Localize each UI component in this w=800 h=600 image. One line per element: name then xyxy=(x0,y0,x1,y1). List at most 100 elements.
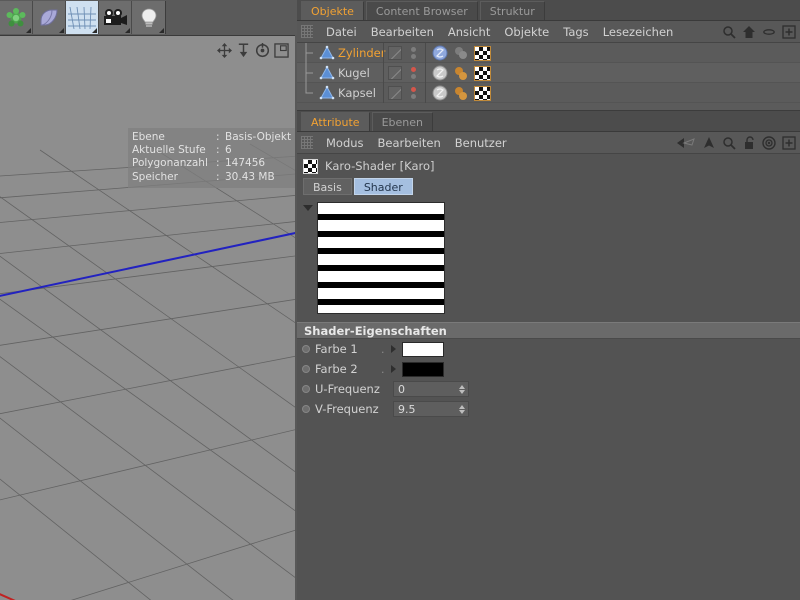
panel-grip-icon[interactable] xyxy=(301,136,313,149)
up-arrow-icon[interactable] xyxy=(702,136,716,150)
maximize-icon[interactable] xyxy=(274,43,289,58)
scale-icon[interactable] xyxy=(236,43,251,58)
no-edit-icon[interactable] xyxy=(388,86,402,100)
search-icon[interactable] xyxy=(722,25,736,39)
editor-visibility-dot[interactable] xyxy=(411,87,416,92)
animation-dot-icon[interactable] xyxy=(302,405,310,413)
subtab-shader[interactable]: Shader xyxy=(353,178,413,195)
menu-objekte[interactable]: Objekte xyxy=(497,21,556,43)
material-tag-icon[interactable] xyxy=(432,45,448,61)
checker-shader-tag-icon[interactable] xyxy=(474,65,491,81)
menu-tags[interactable]: Tags xyxy=(556,21,595,43)
menu-benutzer[interactable]: Benutzer xyxy=(448,132,514,154)
menu-lesezeichen[interactable]: Lesezeichen xyxy=(596,21,681,43)
table-row[interactable]: Kapsel xyxy=(297,82,800,103)
back-arrow-icon[interactable] xyxy=(676,136,696,150)
visibility-dots[interactable] xyxy=(408,47,419,59)
tab-attribute[interactable]: Attribute xyxy=(301,112,370,131)
property-label: U-Frequenz xyxy=(315,382,380,396)
animation-dot-icon[interactable] xyxy=(302,345,310,353)
tool-corner-marker xyxy=(159,28,164,33)
home-icon[interactable] xyxy=(742,25,756,39)
light-icon xyxy=(141,8,156,27)
attribute-manager-tabbar: Attribute Ebenen xyxy=(297,111,800,132)
subtab-basis[interactable]: Basis xyxy=(303,178,352,195)
camera-icon-button[interactable] xyxy=(99,1,132,34)
menu-modus[interactable]: Modus xyxy=(319,132,371,154)
nurbs-icon-button[interactable] xyxy=(33,1,66,34)
table-row[interactable]: Zylinder xyxy=(297,42,800,63)
light-icon-button[interactable] xyxy=(132,1,165,34)
editor-visibility-dot[interactable] xyxy=(411,47,416,52)
tab-ebenen[interactable]: Ebenen xyxy=(371,112,433,131)
menu-bearbeiten[interactable]: Bearbeiten xyxy=(364,21,441,43)
tree-line-icon xyxy=(305,42,313,63)
add-icon[interactable] xyxy=(782,25,796,39)
tree-branch xyxy=(297,62,319,83)
add-icon[interactable] xyxy=(782,136,796,150)
animation-dot-icon[interactable] xyxy=(302,365,310,373)
nurbs-icon xyxy=(40,9,58,25)
render-visibility-dot[interactable] xyxy=(411,54,416,59)
deformer-icon xyxy=(68,6,96,29)
object-tags xyxy=(425,43,491,63)
secondary-tag-icon[interactable] xyxy=(453,85,469,101)
checker-shader-tag-icon[interactable] xyxy=(474,85,491,101)
editor-visibility-dot[interactable] xyxy=(411,67,416,72)
panel-grip-icon[interactable] xyxy=(301,25,313,38)
tool-corner-marker xyxy=(92,28,97,33)
tab-content-browser[interactable]: Content Browser xyxy=(365,1,478,20)
color-swatch-farbe1[interactable] xyxy=(402,341,444,357)
render-visibility-dot[interactable] xyxy=(411,74,416,79)
tool-corner-marker xyxy=(59,28,64,33)
menu-bearbeiten[interactable]: Bearbeiten xyxy=(371,132,448,154)
object-name-zylinder[interactable]: Zylinder xyxy=(338,46,385,60)
material-tag-icon[interactable] xyxy=(432,65,448,81)
color-swatch-farbe2[interactable] xyxy=(402,361,444,377)
object-name-kugel[interactable]: Kugel xyxy=(338,66,370,80)
primitives-icon-button[interactable] xyxy=(0,1,33,34)
menu-datei[interactable]: Datei xyxy=(319,21,364,43)
property-label: Farbe 2 xyxy=(315,362,358,376)
tab-struktur[interactable]: Struktur xyxy=(479,1,545,20)
visibility-dots[interactable] xyxy=(408,67,419,79)
checker-shader-tag-icon[interactable] xyxy=(474,45,491,61)
left-pane: Ebene : Basis-Objekt Aktuelle Stufe : 6 … xyxy=(0,0,297,600)
stepper-icon[interactable] xyxy=(459,404,465,414)
object-type-icon xyxy=(319,65,335,79)
3d-viewport[interactable]: Ebene : Basis-Objekt Aktuelle Stufe : 6 … xyxy=(0,35,295,600)
render-visibility-dot[interactable] xyxy=(411,94,416,99)
v-frequenz-input[interactable]: 9.5 xyxy=(393,401,469,417)
secondary-tag-icon[interactable] xyxy=(453,45,469,61)
search-icon[interactable] xyxy=(722,136,736,150)
material-tag-icon[interactable] xyxy=(432,85,448,101)
chevron-down-icon[interactable] xyxy=(303,205,313,211)
rotate-icon[interactable] xyxy=(255,43,270,58)
stepper-icon[interactable] xyxy=(459,384,465,394)
chevron-right-icon[interactable] xyxy=(391,345,396,353)
visibility-dots[interactable] xyxy=(408,87,419,99)
info-key: Ebene xyxy=(132,131,165,143)
object-name-kapsel[interactable]: Kapsel xyxy=(338,86,376,100)
property-dots: . xyxy=(381,342,385,356)
chevron-right-icon[interactable] xyxy=(391,365,396,373)
tab-objekte[interactable]: Objekte xyxy=(301,1,364,20)
animation-dot-icon[interactable] xyxy=(302,385,310,393)
eye-icon[interactable] xyxy=(762,25,776,39)
target-icon[interactable] xyxy=(762,136,776,150)
move-icon[interactable] xyxy=(217,43,232,58)
deformer-icon-button[interactable] xyxy=(66,1,99,34)
shader-preview[interactable] xyxy=(317,202,445,314)
tree-branch xyxy=(297,42,319,63)
no-edit-icon[interactable] xyxy=(388,46,402,60)
lock-icon[interactable] xyxy=(742,136,756,150)
object-manager-list[interactable]: Zylinder Kugel Kapsel xyxy=(297,42,800,111)
secondary-tag-icon[interactable] xyxy=(453,65,469,81)
stripe-pattern xyxy=(318,203,444,313)
u-frequenz-input[interactable]: 0 xyxy=(393,381,469,397)
table-row[interactable]: Kugel xyxy=(297,62,800,83)
object-tags xyxy=(425,63,491,83)
no-edit-icon[interactable] xyxy=(388,66,402,80)
menu-ansicht[interactable]: Ansicht xyxy=(441,21,497,43)
info-value: 30.43 MB xyxy=(225,170,275,183)
